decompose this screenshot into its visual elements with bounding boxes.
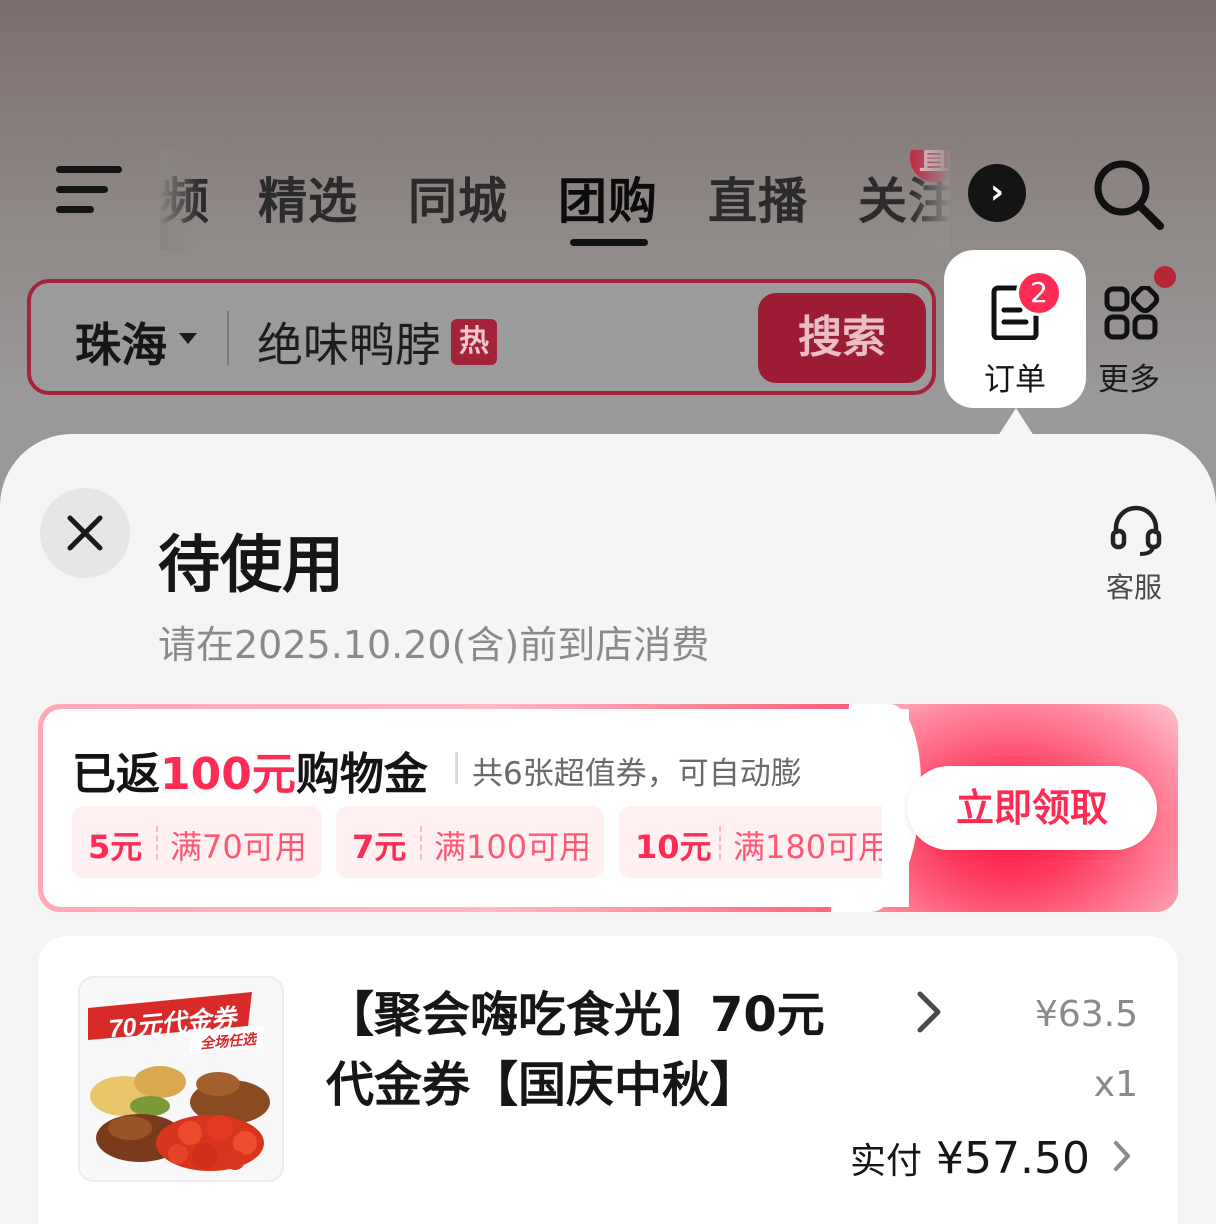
tab-live[interactable]: 直播 — [708, 162, 808, 233]
search-divider — [227, 311, 229, 365]
product-thumbnail[interactable]: 70元代金券 全场任选 — [78, 976, 284, 1182]
paid-label: 实付 — [850, 1141, 923, 1182]
top-tab-bar: 频 精选 同城 团购 直播 关注 直 — [160, 150, 950, 250]
headset-icon — [1110, 505, 1162, 556]
orders-label: 订单 — [984, 362, 1046, 398]
coupon-chip-condition: 满100可用 — [434, 828, 592, 866]
chevron-right-icon[interactable] — [1112, 1140, 1132, 1172]
coupon-headline-suffix: 购物金 — [295, 749, 428, 800]
claim-coupon-button[interactable]: 立即领取 — [907, 766, 1157, 850]
city-selector[interactable]: 珠海 — [75, 309, 167, 375]
tab-local[interactable]: 同城 — [408, 162, 508, 233]
coupon-amount: 100元 — [160, 749, 296, 800]
unit-price: ¥63.5 — [1034, 994, 1138, 1035]
chevron-right-icon[interactable]: › — [968, 164, 1026, 222]
chevron-right-icon[interactable] — [914, 990, 944, 1034]
sheet-subtitle: 请在2025.10.20(含)前到店消费 — [158, 623, 710, 667]
more-label: 更多 — [1098, 362, 1160, 398]
coupon-chip-condition: 满180可用 — [733, 828, 882, 866]
close-icon — [67, 515, 103, 551]
coupon-chip-condition: 满70可用 — [170, 828, 307, 866]
chip-divider — [719, 826, 721, 860]
coupon-chip-value: 10元 — [635, 828, 712, 866]
orders-count-badge: 2 — [1016, 270, 1062, 316]
notification-dot — [1154, 266, 1176, 288]
search-icon[interactable] — [1090, 156, 1166, 232]
popover-pointer — [998, 408, 1034, 436]
product-title-line-2: 代金券【国庆中秋】 — [326, 1057, 759, 1113]
tabs-fade-left — [160, 150, 200, 250]
more-button[interactable]: 更多 — [1098, 266, 1176, 402]
product-image: 70元代金券 全场任选 — [80, 978, 282, 1180]
customer-service-label: 客服 — [1106, 571, 1163, 604]
orders-button[interactable]: 2 订单 — [944, 250, 1086, 408]
coupon-chip-value: 5元 — [88, 828, 143, 866]
coupon-headline-prefix: 已返 — [72, 749, 160, 800]
close-button[interactable] — [40, 488, 130, 578]
coupon-card[interactable]: 已返100元购物金 共6张超值券，可自动膨 5元 满70可用 7元 满100可用… — [38, 704, 1178, 912]
grid-apps-icon — [1104, 286, 1160, 340]
coupon-separator — [455, 752, 458, 784]
chip-divider — [156, 826, 158, 860]
coupon-note: 共6张超值券，可自动膨 — [472, 756, 802, 792]
coupon-chip-value: 7元 — [352, 828, 407, 866]
search-input[interactable]: 绝味鸭脖 — [257, 309, 441, 375]
search-bar[interactable]: 珠海 绝味鸭脖 热 搜索 — [27, 279, 936, 395]
coupon-chip: 5元 满70可用 — [72, 806, 322, 878]
caret-down-icon[interactable] — [179, 333, 197, 344]
menu-icon[interactable] — [56, 166, 124, 216]
product-title-line-1: 【聚会嗨吃食光】70元 — [326, 987, 825, 1043]
tabs-fade-right — [910, 150, 950, 250]
sheet-title: 待使用 — [158, 528, 345, 601]
orders-sheet: 待使用 请在2025.10.20(含)前到店消费 客服 已返100元购物金 共6… — [0, 434, 1216, 1224]
coupon-chips: 5元 满70可用 7元 满100可用 10元 满180可用 — [72, 806, 882, 880]
paid-amount: ¥57.50 — [936, 1133, 1090, 1184]
paid-amount-row[interactable]: 实付 ¥57.50 — [850, 1132, 1090, 1184]
customer-service-button[interactable]: 客服 — [1100, 504, 1172, 604]
hot-badge: 热 — [451, 319, 497, 365]
product-title[interactable]: 【聚会嗨吃食光】70元 代金券【国庆中秋】 — [326, 980, 886, 1120]
tab-featured[interactable]: 精选 — [258, 162, 358, 233]
tab-group-buy[interactable]: 团购 — [558, 162, 658, 233]
coupon-chip: 10元 满180可用 — [619, 806, 882, 878]
coupon-chip: 7元 满100可用 — [336, 806, 604, 878]
order-item-card[interactable]: 70元代金券 全场任选 【聚会嗨吃食光】70元 代金券【国庆中秋】 ¥63.5 … — [38, 936, 1178, 1224]
active-tab-indicator — [570, 239, 648, 246]
chip-divider — [420, 826, 422, 860]
search-button[interactable]: 搜索 — [758, 293, 926, 383]
quantity: x1 — [1093, 1064, 1138, 1105]
coupon-headline: 已返100元购物金 — [72, 738, 428, 802]
